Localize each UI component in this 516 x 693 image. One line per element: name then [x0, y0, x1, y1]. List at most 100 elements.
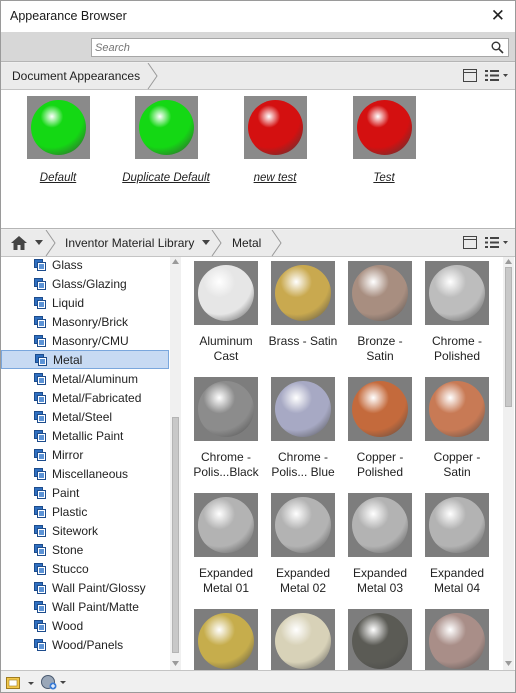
tree-item[interactable]: Wood: [1, 616, 169, 635]
search-icon[interactable]: [491, 41, 504, 54]
material-swatch[interactable]: [271, 261, 335, 325]
material-item[interactable]: Chrome - Polis... Blue: [265, 377, 341, 480]
tree-item[interactable]: Stucco: [1, 559, 169, 578]
tree-item-label: Stone: [52, 542, 84, 557]
breadcrumb-separator-icon: [147, 63, 158, 90]
category-icon: [34, 334, 46, 347]
tree-item-label: Wall Paint/Glossy: [52, 580, 146, 595]
material-item[interactable]: [265, 609, 341, 670]
tree-item[interactable]: Paint: [1, 483, 169, 502]
document-appearance-item[interactable]: new test: [230, 96, 320, 185]
appearance-label[interactable]: Test: [339, 171, 429, 185]
tree-item-label: Wood: [52, 618, 84, 633]
category-icon: [34, 486, 46, 499]
appearance-swatch[interactable]: [134, 96, 198, 159]
material-item[interactable]: Bronze - Satin: [342, 261, 418, 364]
tree-item[interactable]: Metallic Paint: [1, 426, 169, 445]
appearance-label[interactable]: new test: [230, 171, 320, 185]
tree-item[interactable]: Metal: [1, 350, 169, 369]
grid-scrollbar[interactable]: [503, 257, 514, 670]
material-swatch[interactable]: [425, 609, 489, 670]
scroll-up-icon[interactable]: [172, 259, 179, 264]
tree-item[interactable]: Glass: [1, 257, 169, 274]
panel-view-icon[interactable]: [463, 236, 477, 249]
breadcrumb-library[interactable]: Inventor Material Library: [65, 230, 194, 256]
material-swatch[interactable]: [271, 377, 335, 441]
home-icon[interactable]: [11, 236, 27, 250]
grid-scroll-thumb[interactable]: [505, 267, 512, 407]
material-swatch[interactable]: [271, 609, 335, 670]
panel-view-icon[interactable]: [463, 69, 477, 82]
material-item[interactable]: Brass - Satin: [265, 261, 341, 349]
tree-item[interactable]: Plastic: [1, 502, 169, 521]
tree-item[interactable]: Miscellaneous: [1, 464, 169, 483]
material-item[interactable]: [342, 609, 418, 670]
material-item[interactable]: Expanded Metal 04: [419, 493, 495, 596]
material-swatch[interactable]: [194, 377, 258, 441]
material-swatch[interactable]: [348, 261, 412, 325]
tree-item[interactable]: Glass/Glazing: [1, 274, 169, 293]
tree-item[interactable]: Wall Paint/Glossy: [1, 578, 169, 597]
material-item[interactable]: Chrome - Polished: [419, 261, 495, 364]
material-item[interactable]: Expanded Metal 03: [342, 493, 418, 596]
material-item[interactable]: Expanded Metal 01: [188, 493, 264, 596]
list-view-options-icon[interactable]: [485, 69, 509, 82]
appearance-label[interactable]: Duplicate Default: [121, 171, 211, 185]
material-swatch[interactable]: [194, 261, 258, 325]
material-item[interactable]: Aluminum Cast: [188, 261, 264, 364]
open-library-icon[interactable]: [6, 675, 36, 691]
material-swatch[interactable]: [271, 493, 335, 557]
create-material-icon[interactable]: [41, 674, 71, 691]
breadcrumb-separator-icon: [211, 230, 222, 257]
material-item[interactable]: [188, 609, 264, 670]
tree-item[interactable]: Wood/Panels: [1, 635, 169, 654]
material-item[interactable]: Copper - Polished: [342, 377, 418, 480]
tree-item[interactable]: Metal/Aluminum: [1, 369, 169, 388]
chevron-down-icon[interactable]: [202, 240, 210, 245]
material-item[interactable]: Chrome - Polis...Black: [188, 377, 264, 480]
close-icon[interactable]: ✕: [491, 7, 505, 25]
tree-item[interactable]: Wall Paint/Matte: [1, 597, 169, 616]
material-swatch[interactable]: [425, 493, 489, 557]
tree-item[interactable]: Mirror: [1, 445, 169, 464]
material-swatch[interactable]: [425, 261, 489, 325]
breadcrumb-category[interactable]: Metal: [232, 230, 261, 256]
material-swatch[interactable]: [194, 609, 258, 670]
document-appearances-crumb[interactable]: Document Appearances: [12, 63, 140, 89]
search-input[interactable]: [92, 39, 482, 56]
material-swatch[interactable]: [425, 377, 489, 441]
document-appearance-item[interactable]: Default: [13, 96, 103, 185]
tree-scroll-thumb[interactable]: [172, 417, 179, 653]
document-appearance-item[interactable]: Duplicate Default: [121, 96, 211, 185]
appearance-label[interactable]: Default: [13, 171, 103, 185]
document-appearance-item[interactable]: Test: [339, 96, 429, 185]
material-swatch[interactable]: [348, 609, 412, 670]
category-icon: [34, 467, 46, 480]
scroll-up-icon[interactable]: [505, 259, 512, 264]
appearance-swatch[interactable]: [352, 96, 416, 159]
sphere-preview: [352, 613, 408, 669]
tree-item[interactable]: Masonry/Brick: [1, 312, 169, 331]
appearance-swatch[interactable]: [243, 96, 307, 159]
tree-item[interactable]: Metal/Steel: [1, 407, 169, 426]
tree-item[interactable]: Masonry/CMU: [1, 331, 169, 350]
list-view-options-icon[interactable]: [485, 236, 509, 249]
search-toolbar: [1, 32, 515, 62]
tree-scrollbar[interactable]: [170, 257, 181, 670]
appearance-swatch[interactable]: [26, 96, 90, 159]
material-swatch[interactable]: [194, 493, 258, 557]
scroll-down-icon[interactable]: [505, 661, 512, 666]
material-item[interactable]: [419, 609, 495, 670]
material-item[interactable]: Expanded Metal 02: [265, 493, 341, 596]
material-item[interactable]: Copper - Satin: [419, 377, 495, 480]
chevron-down-icon[interactable]: [35, 240, 43, 245]
material-swatch[interactable]: [348, 377, 412, 441]
material-swatch[interactable]: [348, 493, 412, 557]
category-icon: [34, 372, 46, 385]
tree-item[interactable]: Sitework: [1, 521, 169, 540]
scroll-down-icon[interactable]: [172, 661, 179, 666]
tree-item[interactable]: Metal/Fabricated: [1, 388, 169, 407]
tree-item[interactable]: Liquid: [1, 293, 169, 312]
category-icon: [34, 524, 46, 537]
tree-item[interactable]: Stone: [1, 540, 169, 559]
